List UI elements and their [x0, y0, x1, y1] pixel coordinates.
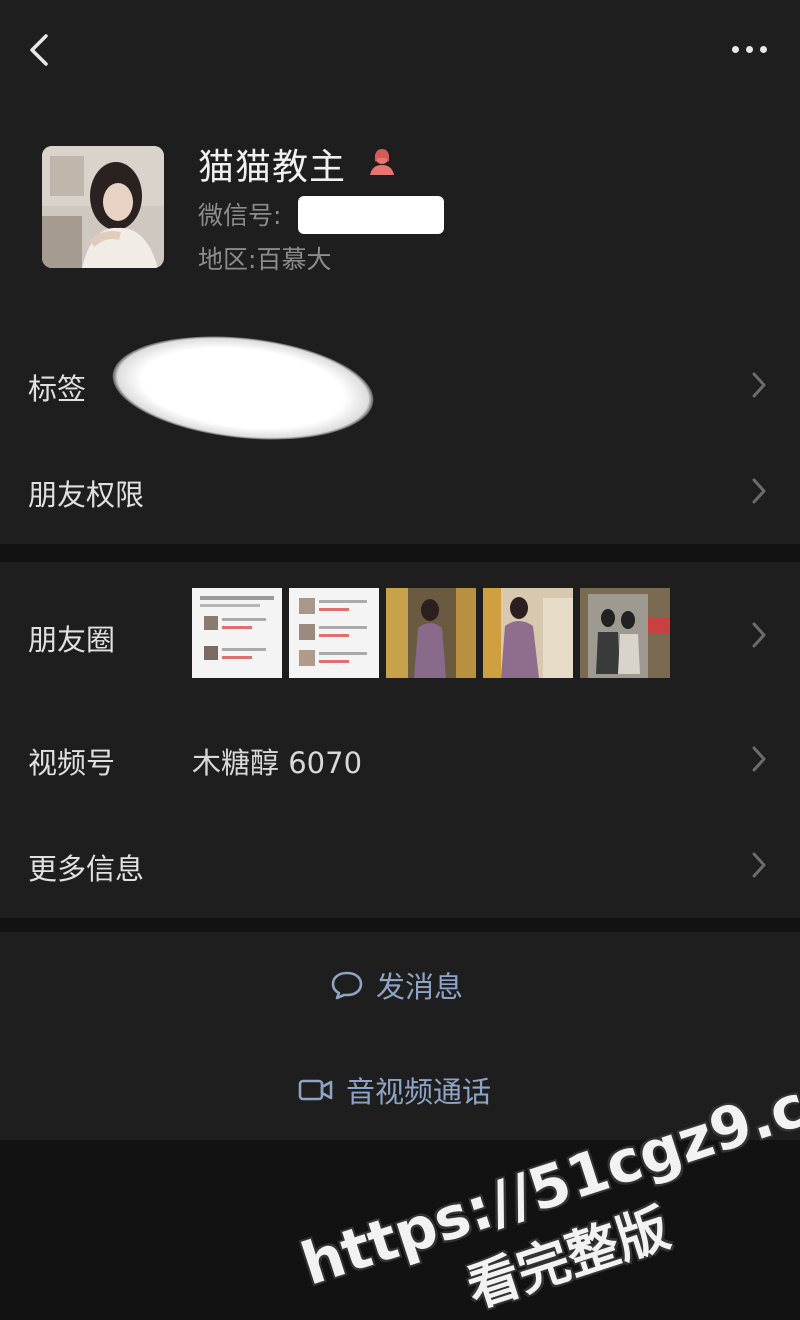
- moments-thumbnail: [386, 588, 476, 678]
- chevron-left-icon: [30, 34, 48, 66]
- section-divider: [0, 918, 800, 932]
- profile-header: 猫猫教主 微信号: 地区:百慕大: [0, 100, 800, 330]
- chevron-right-icon: [752, 372, 766, 398]
- chevron-right-icon: [752, 622, 766, 648]
- section-divider: [0, 544, 800, 562]
- moments-thumbnail: [192, 588, 282, 678]
- wechat-id-label: 微信号:: [198, 201, 282, 230]
- region-value: 百慕大: [256, 245, 332, 274]
- tags-label: 标签: [28, 372, 87, 406]
- more-options-button[interactable]: [728, 38, 772, 62]
- send-message-button[interactable]: 发消息: [0, 935, 800, 1035]
- region-label: 地区:: [198, 245, 257, 274]
- contact-profile-page: 猫猫教主 微信号: 地区:百慕大 标签 朋友权限 朋友圈 视频号 木糖醇 607…: [0, 0, 800, 1320]
- moments-thumbnail: [483, 588, 573, 678]
- video-camera-icon: [298, 1079, 333, 1101]
- channels-value: 木糖醇 6070: [192, 746, 363, 780]
- friend-permissions-label: 朋友权限: [28, 478, 145, 512]
- region-row: 地区:百慕大: [198, 240, 331, 276]
- bottom-empty-area: [0, 1140, 800, 1320]
- more-dot-icon: [760, 46, 767, 53]
- contact-name: 猫猫教主: [198, 147, 347, 188]
- avatar[interactable]: [42, 146, 164, 268]
- back-button[interactable]: [22, 30, 58, 70]
- channels-label: 视频号: [28, 746, 116, 780]
- wechat-id-redaction: [298, 196, 444, 234]
- av-call-label: 音视频通话: [346, 1075, 492, 1109]
- more-dot-icon: [746, 46, 753, 53]
- chevron-right-icon: [752, 478, 766, 504]
- av-call-button[interactable]: 音视频通话: [0, 1040, 800, 1140]
- more-info-row[interactable]: 更多信息: [0, 812, 800, 918]
- moments-label: 朋友圈: [28, 623, 116, 657]
- moments-thumbnail: [289, 588, 379, 678]
- chevron-right-icon: [752, 852, 766, 878]
- moments-thumbnail: [580, 588, 670, 678]
- friend-permissions-row[interactable]: 朋友权限: [0, 440, 800, 544]
- chevron-right-icon: [752, 746, 766, 772]
- send-message-label: 发消息: [376, 970, 464, 1004]
- more-info-label: 更多信息: [28, 852, 145, 886]
- channels-row[interactable]: 视频号 木糖醇 6070: [0, 706, 800, 812]
- chat-bubble-icon: [331, 971, 363, 1000]
- top-bar: [0, 0, 800, 100]
- more-dot-icon: [732, 46, 739, 53]
- female-icon: [370, 149, 394, 175]
